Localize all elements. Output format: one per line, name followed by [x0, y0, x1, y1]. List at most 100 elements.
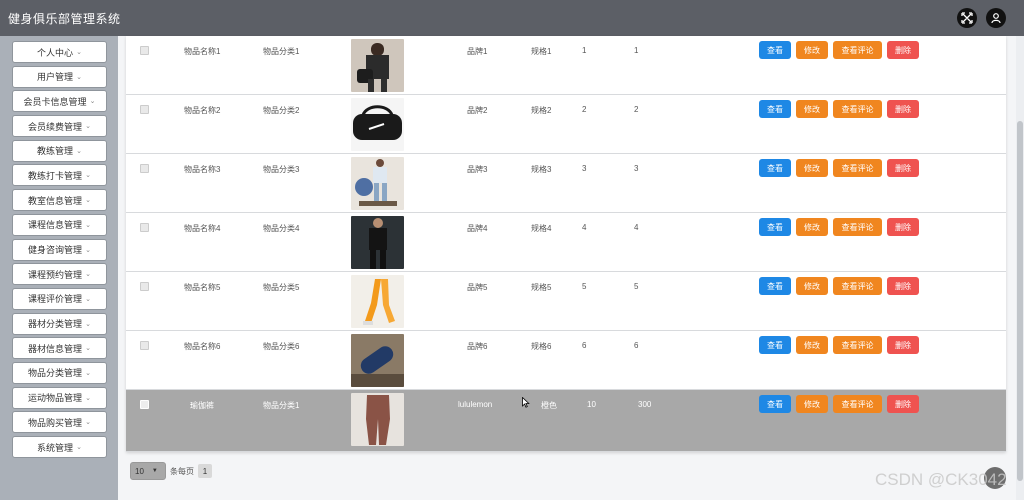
chevron-down-icon: ⌄ — [76, 444, 82, 451]
view-comments-button[interactable]: 查看评论 — [833, 218, 882, 236]
table-row-selected[interactable]: 瑜伽裤 物品分类1 lululemon 橙色 10 300 查看 修改 查看评论… — [126, 390, 1006, 452]
sidebar-item-personal-center[interactable]: 个人中心 ⌄ — [12, 41, 107, 63]
delete-button[interactable]: 删除 — [887, 159, 919, 177]
sidebar-item-sports-items[interactable]: 运动物品管理 ⌄ — [12, 386, 107, 409]
view-button[interactable]: 查看 — [759, 159, 791, 177]
table-row[interactable]: 物品名称5 物品分类5 品牌5 规格5 5 5 查看 修改 查看评论 删除 — [126, 272, 1006, 331]
row-checkbox[interactable] — [140, 46, 149, 55]
sidebar-item-item-categories[interactable]: 物品分类管理 ⌄ — [12, 361, 107, 384]
view-comments-button[interactable]: 查看评论 — [833, 395, 882, 413]
table-row[interactable]: 物品名称6 物品分类6 品牌6 规格6 6 6 查看 修改 查看评论 删除 — [126, 331, 1006, 390]
user-avatar-icon[interactable] — [986, 8, 1006, 28]
chevron-down-icon: ⌄ — [85, 221, 91, 229]
page-size-select[interactable]: 10 ▼ — [130, 462, 166, 480]
sidebar-item-membership-renewal[interactable]: 会员续费管理 ⌄ — [12, 115, 107, 138]
edit-button[interactable]: 修改 — [796, 336, 828, 354]
item-value1-cell: 2 — [582, 105, 587, 114]
item-value2-cell: 1 — [634, 46, 639, 55]
item-image — [351, 275, 404, 328]
view-button[interactable]: 查看 — [759, 395, 791, 413]
view-comments-button[interactable]: 查看评论 — [833, 336, 882, 354]
sidebar-item-classrooms[interactable]: 教室信息管理 ⌄ — [12, 189, 107, 212]
edit-button[interactable]: 修改 — [796, 218, 828, 236]
sidebar-item-equipment[interactable]: 器材信息管理 ⌄ — [12, 337, 107, 360]
edit-button[interactable]: 修改 — [796, 277, 828, 295]
row-checkbox[interactable] — [140, 164, 149, 173]
sidebar-item-label: 器材分类管理 — [28, 319, 83, 330]
item-name-cell: 物品名称4 — [184, 224, 221, 233]
view-button[interactable]: 查看 — [759, 277, 791, 295]
item-brand-cell: 品牌1 — [467, 47, 488, 56]
row-checkbox[interactable] — [140, 282, 149, 291]
view-comments-button[interactable]: 查看评论 — [833, 277, 882, 295]
fullscreen-icon[interactable] — [957, 8, 977, 28]
sidebar-item-coaches[interactable]: 教练管理 ⌄ — [12, 139, 107, 162]
row-checkbox[interactable] — [140, 400, 149, 409]
delete-button[interactable]: 删除 — [887, 41, 919, 59]
page-size-value: 10 — [135, 466, 144, 476]
table-row[interactable]: 物品名称1 物品分类1 品牌1 规格1 1 1 查看 修改 查看评论 删除 — [126, 36, 1006, 95]
delete-button[interactable]: 删除 — [887, 395, 919, 413]
table-row[interactable]: 物品名称3 物品分类3 品牌3 规格3 3 3 查看 修改 查看评论 删除 — [126, 154, 1006, 213]
sidebar-item-label: 课程预约管理 — [28, 269, 83, 280]
item-name-cell: 物品名称5 — [184, 283, 221, 292]
row-checkbox[interactable] — [140, 223, 149, 232]
delete-button[interactable]: 删除 — [887, 100, 919, 118]
item-name-cell: 物品名称1 — [184, 47, 221, 56]
sidebar-item-label: 器材信息管理 — [28, 343, 83, 354]
scrollbar-thumb[interactable] — [1017, 121, 1023, 481]
chevron-down-icon: ⌄ — [85, 345, 91, 353]
sidebar-item-membership-cards[interactable]: 会员卡信息管理 ⌄ — [12, 90, 107, 113]
view-button[interactable]: 查看 — [759, 100, 791, 118]
view-button[interactable]: 查看 — [759, 218, 791, 236]
sidebar-item-label: 教练管理 — [37, 146, 74, 157]
row-checkbox[interactable] — [140, 341, 149, 350]
sidebar-item-system[interactable]: 系统管理 ⌄ — [12, 436, 107, 458]
sidebar-item-courses[interactable]: 课程信息管理 ⌄ — [12, 213, 107, 236]
view-comments-button[interactable]: 查看评论 — [833, 159, 882, 177]
sidebar-item-coach-checkin[interactable]: 教练打卡管理 ⌄ — [12, 164, 107, 187]
view-button[interactable]: 查看 — [759, 41, 791, 59]
item-brand-cell: lululemon — [458, 400, 493, 409]
view-comments-button[interactable]: 查看评论 — [833, 100, 882, 118]
sidebar-item-item-purchases[interactable]: 物品购买管理 ⌄ — [12, 411, 107, 434]
item-brand-cell: 品牌6 — [467, 342, 488, 351]
sidebar-item-label: 健身咨询管理 — [28, 245, 83, 255]
sidebar-item-label: 物品分类管理 — [28, 368, 83, 379]
edit-button[interactable]: 修改 — [796, 41, 828, 59]
item-value2-cell: 3 — [634, 164, 639, 173]
edit-button[interactable]: 修改 — [796, 100, 828, 118]
mouse-cursor-icon — [522, 397, 530, 408]
sidebar-item-course-booking[interactable]: 课程预约管理 ⌄ — [12, 263, 107, 286]
view-button[interactable]: 查看 — [759, 336, 791, 354]
item-spec-cell: 规格1 — [531, 47, 552, 56]
table-row[interactable]: 物品名称2 物品分类2 品牌2 规格2 2 2 查看 修改 查看评论 删除 — [126, 95, 1006, 154]
chevron-down-icon: ⌄ — [76, 147, 82, 155]
chevron-down-icon: ⌄ — [76, 49, 82, 56]
vertical-scrollbar[interactable] — [1016, 36, 1024, 500]
sidebar-item-label: 物品购买管理 — [28, 417, 83, 428]
row-checkbox[interactable] — [140, 105, 149, 114]
chevron-down-icon: ▼ — [151, 468, 158, 474]
item-category-cell: 物品分类5 — [263, 283, 300, 292]
sidebar-item-fitness-consult[interactable]: 健身咨询管理 ⌄ — [12, 238, 107, 261]
edit-button[interactable]: 修改 — [796, 395, 828, 413]
sidebar-item-equipment-categories[interactable]: 器材分类管理 ⌄ — [12, 312, 107, 335]
item-value1-cell: 5 — [582, 282, 587, 291]
main-content: 物品名称1 物品分类1 品牌1 规格1 1 1 查看 修改 查看评论 删除 物品… — [118, 36, 1024, 500]
item-name-cell: 物品名称3 — [184, 165, 221, 174]
sidebar-item-label: 个人中心 — [37, 47, 74, 58]
view-comments-button[interactable]: 查看评论 — [833, 41, 882, 59]
delete-button[interactable]: 删除 — [887, 277, 919, 295]
item-brand-cell: 品牌4 — [467, 224, 488, 233]
item-category-cell: 物品分类2 — [263, 106, 300, 115]
sidebar-item-users[interactable]: 用户管理 ⌄ — [12, 65, 107, 88]
delete-button[interactable]: 删除 — [887, 336, 919, 354]
page-button-current[interactable]: 1 — [198, 464, 212, 478]
item-image — [351, 39, 404, 92]
sidebar-item-course-reviews[interactable]: 课程评价管理 ⌄ — [12, 287, 107, 310]
delete-button[interactable]: 删除 — [887, 218, 919, 236]
edit-button[interactable]: 修改 — [796, 159, 828, 177]
table-row[interactable]: 物品名称4 物品分类4 品牌4 规格4 4 4 查看 修改 查看评论 删除 — [126, 213, 1006, 272]
chevron-down-icon: ⌄ — [85, 369, 91, 377]
